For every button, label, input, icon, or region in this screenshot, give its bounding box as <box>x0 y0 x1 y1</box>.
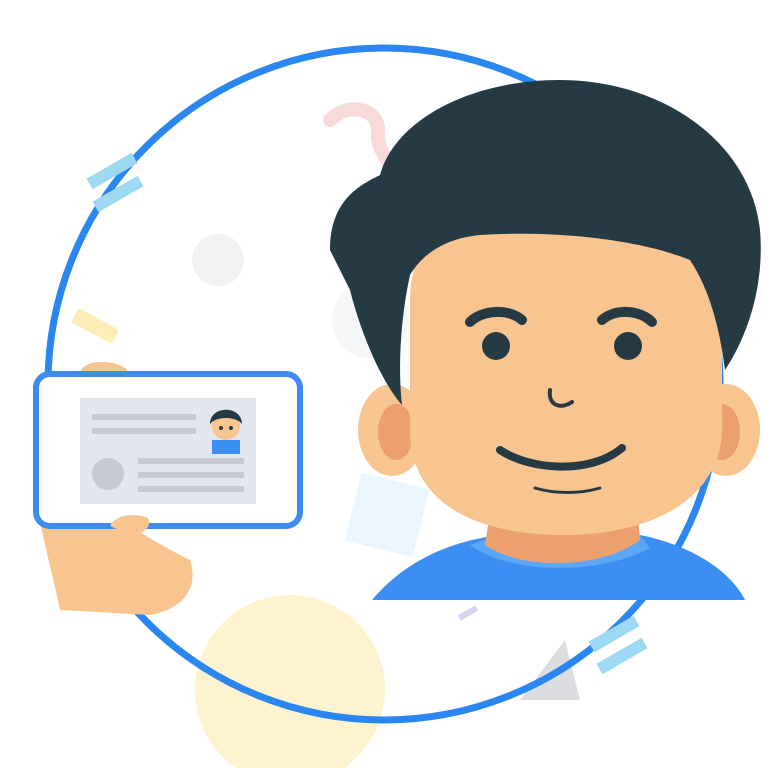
left-ear-inner <box>378 404 414 460</box>
illustration-stage <box>0 0 768 768</box>
yellow-bar <box>71 309 119 343</box>
card-line-2 <box>92 428 196 434</box>
gray-dot <box>192 234 244 286</box>
lilac-bar <box>457 605 479 621</box>
id-verification-illustration <box>33 44 761 768</box>
card-photo-placeholder <box>92 458 124 490</box>
card-avatar <box>210 409 242 454</box>
card-line-5 <box>138 486 244 492</box>
card-line-3 <box>138 458 244 464</box>
gray-triangle <box>520 640 580 700</box>
right-eye <box>614 332 642 360</box>
card-line-4 <box>138 472 244 478</box>
id-card-icon <box>33 371 303 535</box>
light-blue-square <box>344 472 430 558</box>
left-eye <box>482 332 510 360</box>
card-line-1 <box>92 414 196 420</box>
